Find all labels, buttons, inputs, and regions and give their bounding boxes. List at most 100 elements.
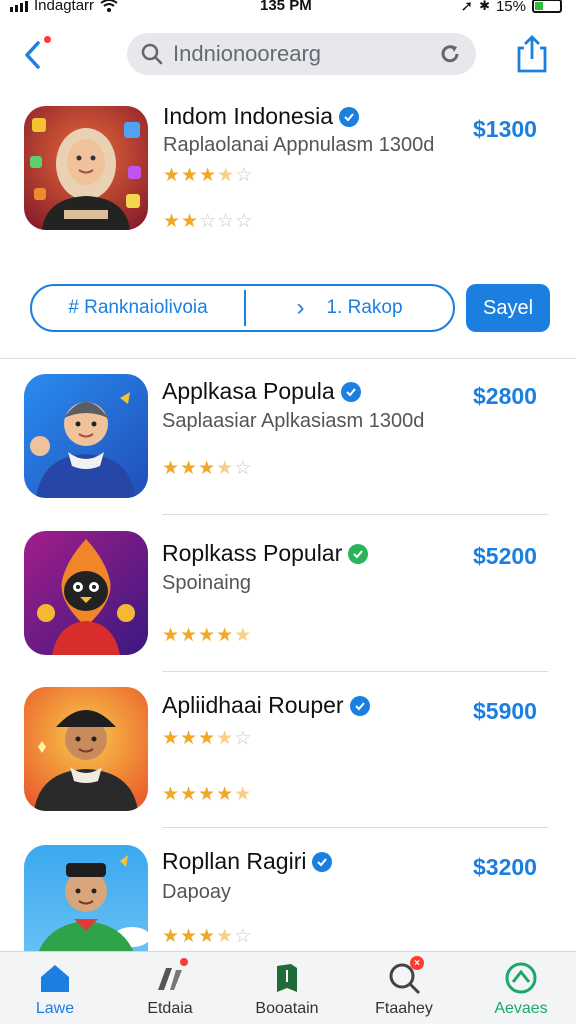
bookmark-icon — [277, 964, 297, 992]
star-icon: ★ — [162, 926, 181, 947]
app-price-3[interactable]: $5900 — [473, 698, 537, 725]
verified-badge-icon — [312, 851, 333, 872]
app-price-1[interactable]: $2800 — [473, 383, 537, 410]
star-icon: ★ — [162, 784, 181, 805]
star-icon: ★ — [162, 625, 181, 646]
app-subtitle-4: Dapoay — [162, 881, 231, 903]
bluetooth-icon: ✱ — [479, 0, 490, 13]
star-icon: ★ — [216, 625, 235, 646]
search-input[interactable]: Indnionoorearg — [173, 41, 438, 67]
save-button[interactable]: Sayel — [466, 284, 550, 332]
status-time: 135 PM — [260, 0, 312, 14]
app-title-row-4: Ropllan Ragiri — [162, 848, 333, 875]
featured-rating-stars: ★★★★☆ — [163, 164, 253, 187]
star-icon: ★ — [216, 458, 235, 479]
filter-segmented-control[interactable]: # Ranknaiolivoia › 1. Rakop — [30, 284, 455, 332]
app-title-3: Apliidhaai Rouper — [162, 692, 344, 718]
app-subtitle-2: Spoinaing — [162, 572, 251, 594]
featured-app-icon[interactable] — [24, 106, 148, 230]
app-icon-3[interactable] — [24, 687, 148, 811]
battery-percent: 15% — [495, 0, 526, 15]
app-title-1: Applkasa Popula — [162, 378, 335, 404]
featured-secondary-rating-stars: ★★☆☆☆ — [163, 210, 253, 233]
star-icon: ★ — [234, 625, 253, 646]
star-icon: ★ — [163, 165, 182, 186]
carrier-label: Indagtarr — [34, 0, 95, 14]
rank-filter-label: 1. Rakop — [326, 297, 403, 318]
wifi-icon — [100, 0, 118, 12]
signal-icon — [10, 0, 28, 12]
app-rating-stars-2: ★★★★★ — [162, 624, 252, 647]
star-icon: ★ — [180, 458, 199, 479]
refresh-icon[interactable] — [438, 42, 462, 66]
close-icon: × — [410, 956, 424, 970]
star-icon: ★ — [216, 926, 235, 947]
battery-icon — [532, 0, 562, 13]
star-icon: ★ — [163, 211, 182, 232]
app-rating-stars-3: ★★★★☆ — [162, 727, 252, 750]
app-icon-4[interactable] — [24, 845, 148, 951]
app-price-2[interactable]: $5200 — [473, 543, 537, 570]
row-divider — [162, 827, 548, 828]
verified-badge-icon — [339, 106, 360, 127]
search-icon — [141, 43, 163, 65]
search-bar[interactable]: Indnionoorearg — [127, 33, 476, 75]
star-icon: ☆ — [234, 926, 253, 947]
featured-app-title-row: Indom Indonesia — [163, 103, 360, 130]
app-title-row-1: Applkasa Popula — [162, 378, 361, 405]
app-secondary-rating-stars-3: ★★★★★ — [162, 783, 252, 806]
star-icon: ☆ — [217, 211, 236, 232]
star-icon: ★ — [180, 926, 199, 947]
star-icon: ★ — [198, 728, 217, 749]
app-price-4[interactable]: $3200 — [473, 854, 537, 881]
featured-app-price[interactable]: $1300 — [473, 116, 537, 143]
star-icon: ★ — [181, 165, 200, 186]
app-rating-stars-1: ★★★★☆ — [162, 457, 252, 480]
app-rating-stars-4: ★★★★☆ — [162, 925, 252, 948]
star-icon: ☆ — [235, 165, 254, 186]
tab-label-search: Ftaahey — [375, 1000, 433, 1017]
tab-label-bookmark: Booatain — [255, 1000, 319, 1017]
star-icon: ★ — [162, 458, 181, 479]
tab-label-updates: Aevaes — [494, 1000, 548, 1017]
star-icon: ★ — [181, 211, 200, 232]
star-icon: ★ — [180, 784, 199, 805]
tab-bookmark[interactable]: Booatain — [232, 960, 342, 1022]
app-subtitle-1: Saplaasiar Aplkasiasm 1300d — [162, 410, 425, 432]
chevron-right-icon: › — [296, 294, 305, 321]
star-icon: ★ — [162, 728, 181, 749]
star-icon: ★ — [180, 728, 199, 749]
star-icon: ★ — [216, 784, 235, 805]
section-divider — [0, 358, 576, 359]
star-icon: ★ — [217, 165, 236, 186]
star-icon: ★ — [198, 784, 217, 805]
tab-label-home: Lawe — [35, 1000, 75, 1017]
share-icon[interactable] — [514, 34, 550, 74]
verified-badge-icon — [348, 543, 369, 564]
app-title-4: Ropllan Ragiri — [162, 848, 307, 874]
verified-badge-icon — [340, 381, 361, 402]
star-icon: ☆ — [234, 458, 253, 479]
ranking-filter-tab[interactable]: # Ranknaiolivoia — [32, 297, 244, 319]
star-icon: ★ — [199, 165, 218, 186]
status-bar: Indagtarr 135 PM ➚ ✱ 15% — [0, 0, 576, 15]
featured-app-subtitle: Raplaolanai Appnulasm 1300d — [163, 134, 435, 156]
app-icon-1[interactable] — [24, 374, 148, 498]
tab-search[interactable]: × Ftaahey — [349, 956, 459, 1022]
notification-dot — [44, 36, 51, 43]
rank-filter-tab[interactable]: › 1. Rakop — [246, 294, 453, 322]
star-icon: ★ — [180, 625, 199, 646]
tab-label-games: Etdaia — [147, 1000, 193, 1017]
star-icon: ☆ — [235, 211, 254, 232]
tab-home[interactable]: Lawe — [0, 960, 110, 1022]
top-nav: Indnionoorearg — [0, 30, 576, 78]
notification-dot — [180, 958, 188, 966]
tab-updates[interactable]: Aevaes — [466, 960, 576, 1022]
tab-games[interactable]: Etdaia — [115, 958, 225, 1022]
home-icon — [41, 965, 69, 992]
bottom-tab-bar: Lawe Etdaia Booatain × Ftaahey Aevaes — [0, 951, 576, 1024]
star-icon: ★ — [198, 458, 217, 479]
star-icon: ★ — [216, 728, 235, 749]
app-icon-2[interactable] — [24, 531, 148, 655]
star-icon: ★ — [198, 625, 217, 646]
